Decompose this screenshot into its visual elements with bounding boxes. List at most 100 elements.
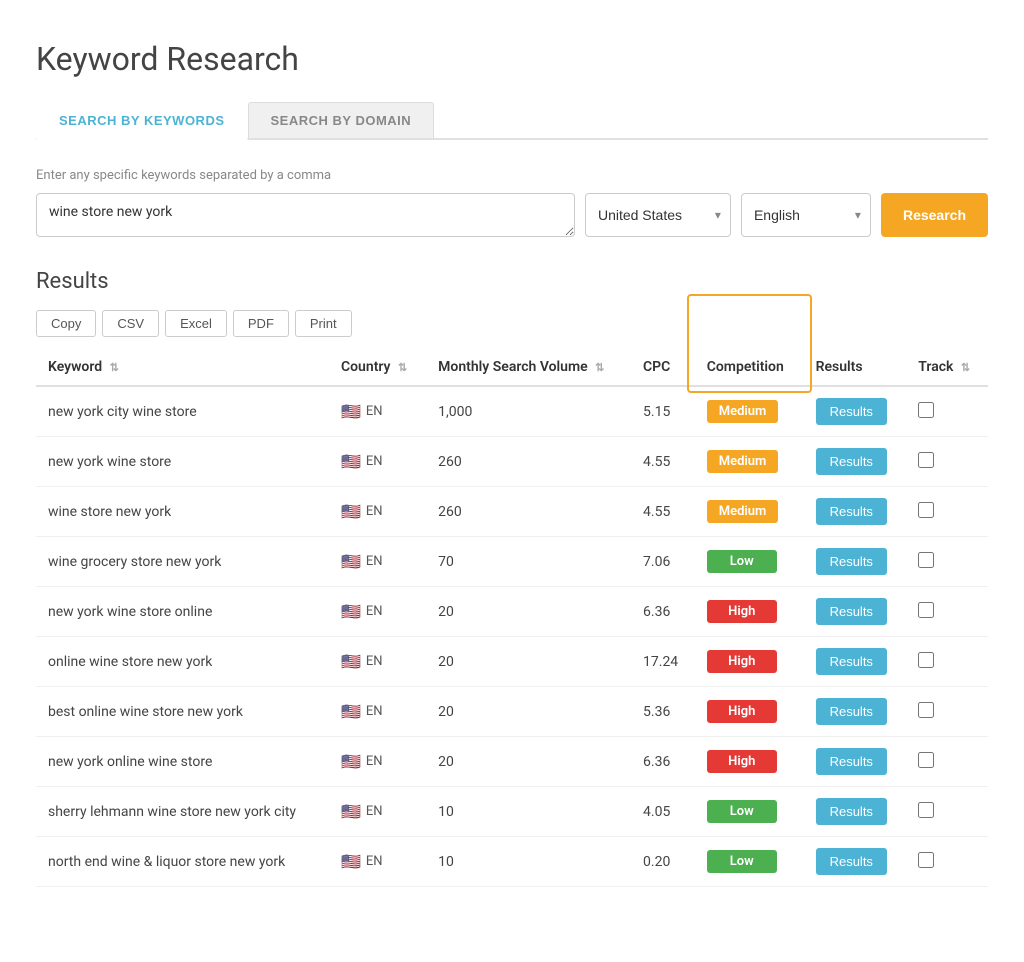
- cell-competition: High: [695, 687, 804, 737]
- results-action-button[interactable]: Results: [816, 648, 887, 675]
- results-action-button[interactable]: Results: [816, 748, 887, 775]
- col-header-keyword: Keyword ⇅: [36, 349, 329, 386]
- print-button[interactable]: Print: [295, 310, 352, 337]
- flag-icon: 🇺🇸: [341, 402, 361, 421]
- cell-results-action: Results: [804, 487, 907, 537]
- cell-keyword: new york city wine store: [36, 386, 329, 437]
- competition-badge: Low: [707, 850, 777, 873]
- competition-badge: Medium: [707, 500, 779, 523]
- language-select-wrapper: English Spanish French German: [741, 193, 871, 237]
- cell-volume: 20: [426, 687, 631, 737]
- results-action-button[interactable]: Results: [816, 798, 887, 825]
- results-action-button[interactable]: Results: [816, 848, 887, 875]
- cell-country: 🇺🇸EN: [329, 437, 426, 487]
- flag-icon: 🇺🇸: [341, 702, 361, 721]
- table-row: new york wine store🇺🇸EN2604.55MediumResu…: [36, 437, 988, 487]
- competition-highlight-box: [687, 294, 812, 393]
- tab-search-keywords[interactable]: Search by Keywords: [36, 102, 248, 140]
- country-select[interactable]: United States United Kingdom Canada Aust…: [585, 193, 731, 237]
- track-checkbox[interactable]: [918, 702, 934, 718]
- sort-icon-keyword[interactable]: ⇅: [110, 361, 119, 374]
- cell-volume: 20: [426, 737, 631, 787]
- results-action-button[interactable]: Results: [816, 598, 887, 625]
- excel-button[interactable]: Excel: [165, 310, 227, 337]
- cell-cpc: 6.36: [631, 737, 695, 787]
- cell-results-action: Results: [804, 587, 907, 637]
- track-checkbox[interactable]: [918, 602, 934, 618]
- lang-label: EN: [366, 604, 383, 619]
- cell-results-action: Results: [804, 737, 907, 787]
- cell-cpc: 5.36: [631, 687, 695, 737]
- track-checkbox[interactable]: [918, 802, 934, 818]
- cell-results-action: Results: [804, 437, 907, 487]
- sort-icon-volume[interactable]: ⇅: [595, 361, 604, 374]
- competition-badge: High: [707, 700, 777, 723]
- results-action-button[interactable]: Results: [816, 498, 887, 525]
- cell-track: [906, 687, 988, 737]
- table-row: sherry lehmann wine store new york city🇺…: [36, 787, 988, 837]
- cell-cpc: 4.55: [631, 437, 695, 487]
- results-title: Results: [36, 269, 988, 294]
- cell-cpc: 0.20: [631, 837, 695, 887]
- cell-volume: 10: [426, 787, 631, 837]
- track-checkbox[interactable]: [918, 402, 934, 418]
- flag-icon: 🇺🇸: [341, 752, 361, 771]
- cell-track: [906, 386, 988, 437]
- track-checkbox[interactable]: [918, 652, 934, 668]
- results-action-button[interactable]: Results: [816, 548, 887, 575]
- flag-icon: 🇺🇸: [341, 502, 361, 521]
- cell-competition: High: [695, 587, 804, 637]
- lang-label: EN: [366, 804, 383, 819]
- tabs-bar: Search by Keywords Search by Domain: [36, 102, 988, 140]
- table-row: new york city wine store🇺🇸EN1,0005.15Med…: [36, 386, 988, 437]
- cell-country: 🇺🇸EN: [329, 386, 426, 437]
- sort-icon-country[interactable]: ⇅: [398, 361, 407, 374]
- table-row: online wine store new york🇺🇸EN2017.24Hig…: [36, 637, 988, 687]
- results-action-button[interactable]: Results: [816, 698, 887, 725]
- table-row: wine grocery store new york🇺🇸EN707.06Low…: [36, 537, 988, 587]
- col-header-cpc: CPC: [631, 349, 695, 386]
- flag-icon: 🇺🇸: [341, 452, 361, 471]
- flag-icon: 🇺🇸: [341, 602, 361, 621]
- cell-keyword: new york online wine store: [36, 737, 329, 787]
- table-row: wine store new york🇺🇸EN2604.55MediumResu…: [36, 487, 988, 537]
- cell-track: [906, 837, 988, 887]
- competition-badge: High: [707, 600, 777, 623]
- track-checkbox[interactable]: [918, 852, 934, 868]
- country-select-wrapper: United States United Kingdom Canada Aust…: [585, 193, 731, 237]
- cell-keyword: best online wine store new york: [36, 687, 329, 737]
- competition-badge: Medium: [707, 450, 779, 473]
- search-label: Enter any specific keywords separated by…: [36, 168, 988, 183]
- cell-competition: Medium: [695, 437, 804, 487]
- pdf-button[interactable]: PDF: [233, 310, 289, 337]
- col-header-country: Country ⇅: [329, 349, 426, 386]
- cell-competition: Low: [695, 787, 804, 837]
- keyword-input[interactable]: wine store new york: [36, 193, 575, 237]
- flag-icon: 🇺🇸: [341, 652, 361, 671]
- copy-button[interactable]: Copy: [36, 310, 96, 337]
- cell-results-action: Results: [804, 386, 907, 437]
- cell-cpc: 6.36: [631, 587, 695, 637]
- tab-search-domain[interactable]: Search by Domain: [248, 102, 435, 138]
- results-table: Keyword ⇅ Country ⇅ Monthly Search Volum…: [36, 349, 988, 887]
- cell-keyword: north end wine & liquor store new york: [36, 837, 329, 887]
- csv-button[interactable]: CSV: [102, 310, 159, 337]
- page-container: Keyword Research Search by Keywords Sear…: [0, 0, 1024, 962]
- results-action-button[interactable]: Results: [816, 448, 887, 475]
- cell-results-action: Results: [804, 637, 907, 687]
- cell-keyword: new york wine store online: [36, 587, 329, 637]
- research-button[interactable]: Research: [881, 193, 988, 237]
- cell-volume: 70: [426, 537, 631, 587]
- cell-track: [906, 537, 988, 587]
- cell-results-action: Results: [804, 537, 907, 587]
- flag-icon: 🇺🇸: [341, 552, 361, 571]
- language-select[interactable]: English Spanish French German: [741, 193, 871, 237]
- col-header-track: Track ⇅: [906, 349, 988, 386]
- sort-icon-track[interactable]: ⇅: [961, 361, 970, 374]
- track-checkbox[interactable]: [918, 452, 934, 468]
- track-checkbox[interactable]: [918, 752, 934, 768]
- track-checkbox[interactable]: [918, 552, 934, 568]
- track-checkbox[interactable]: [918, 502, 934, 518]
- cell-competition: Low: [695, 837, 804, 887]
- results-action-button[interactable]: Results: [816, 398, 887, 425]
